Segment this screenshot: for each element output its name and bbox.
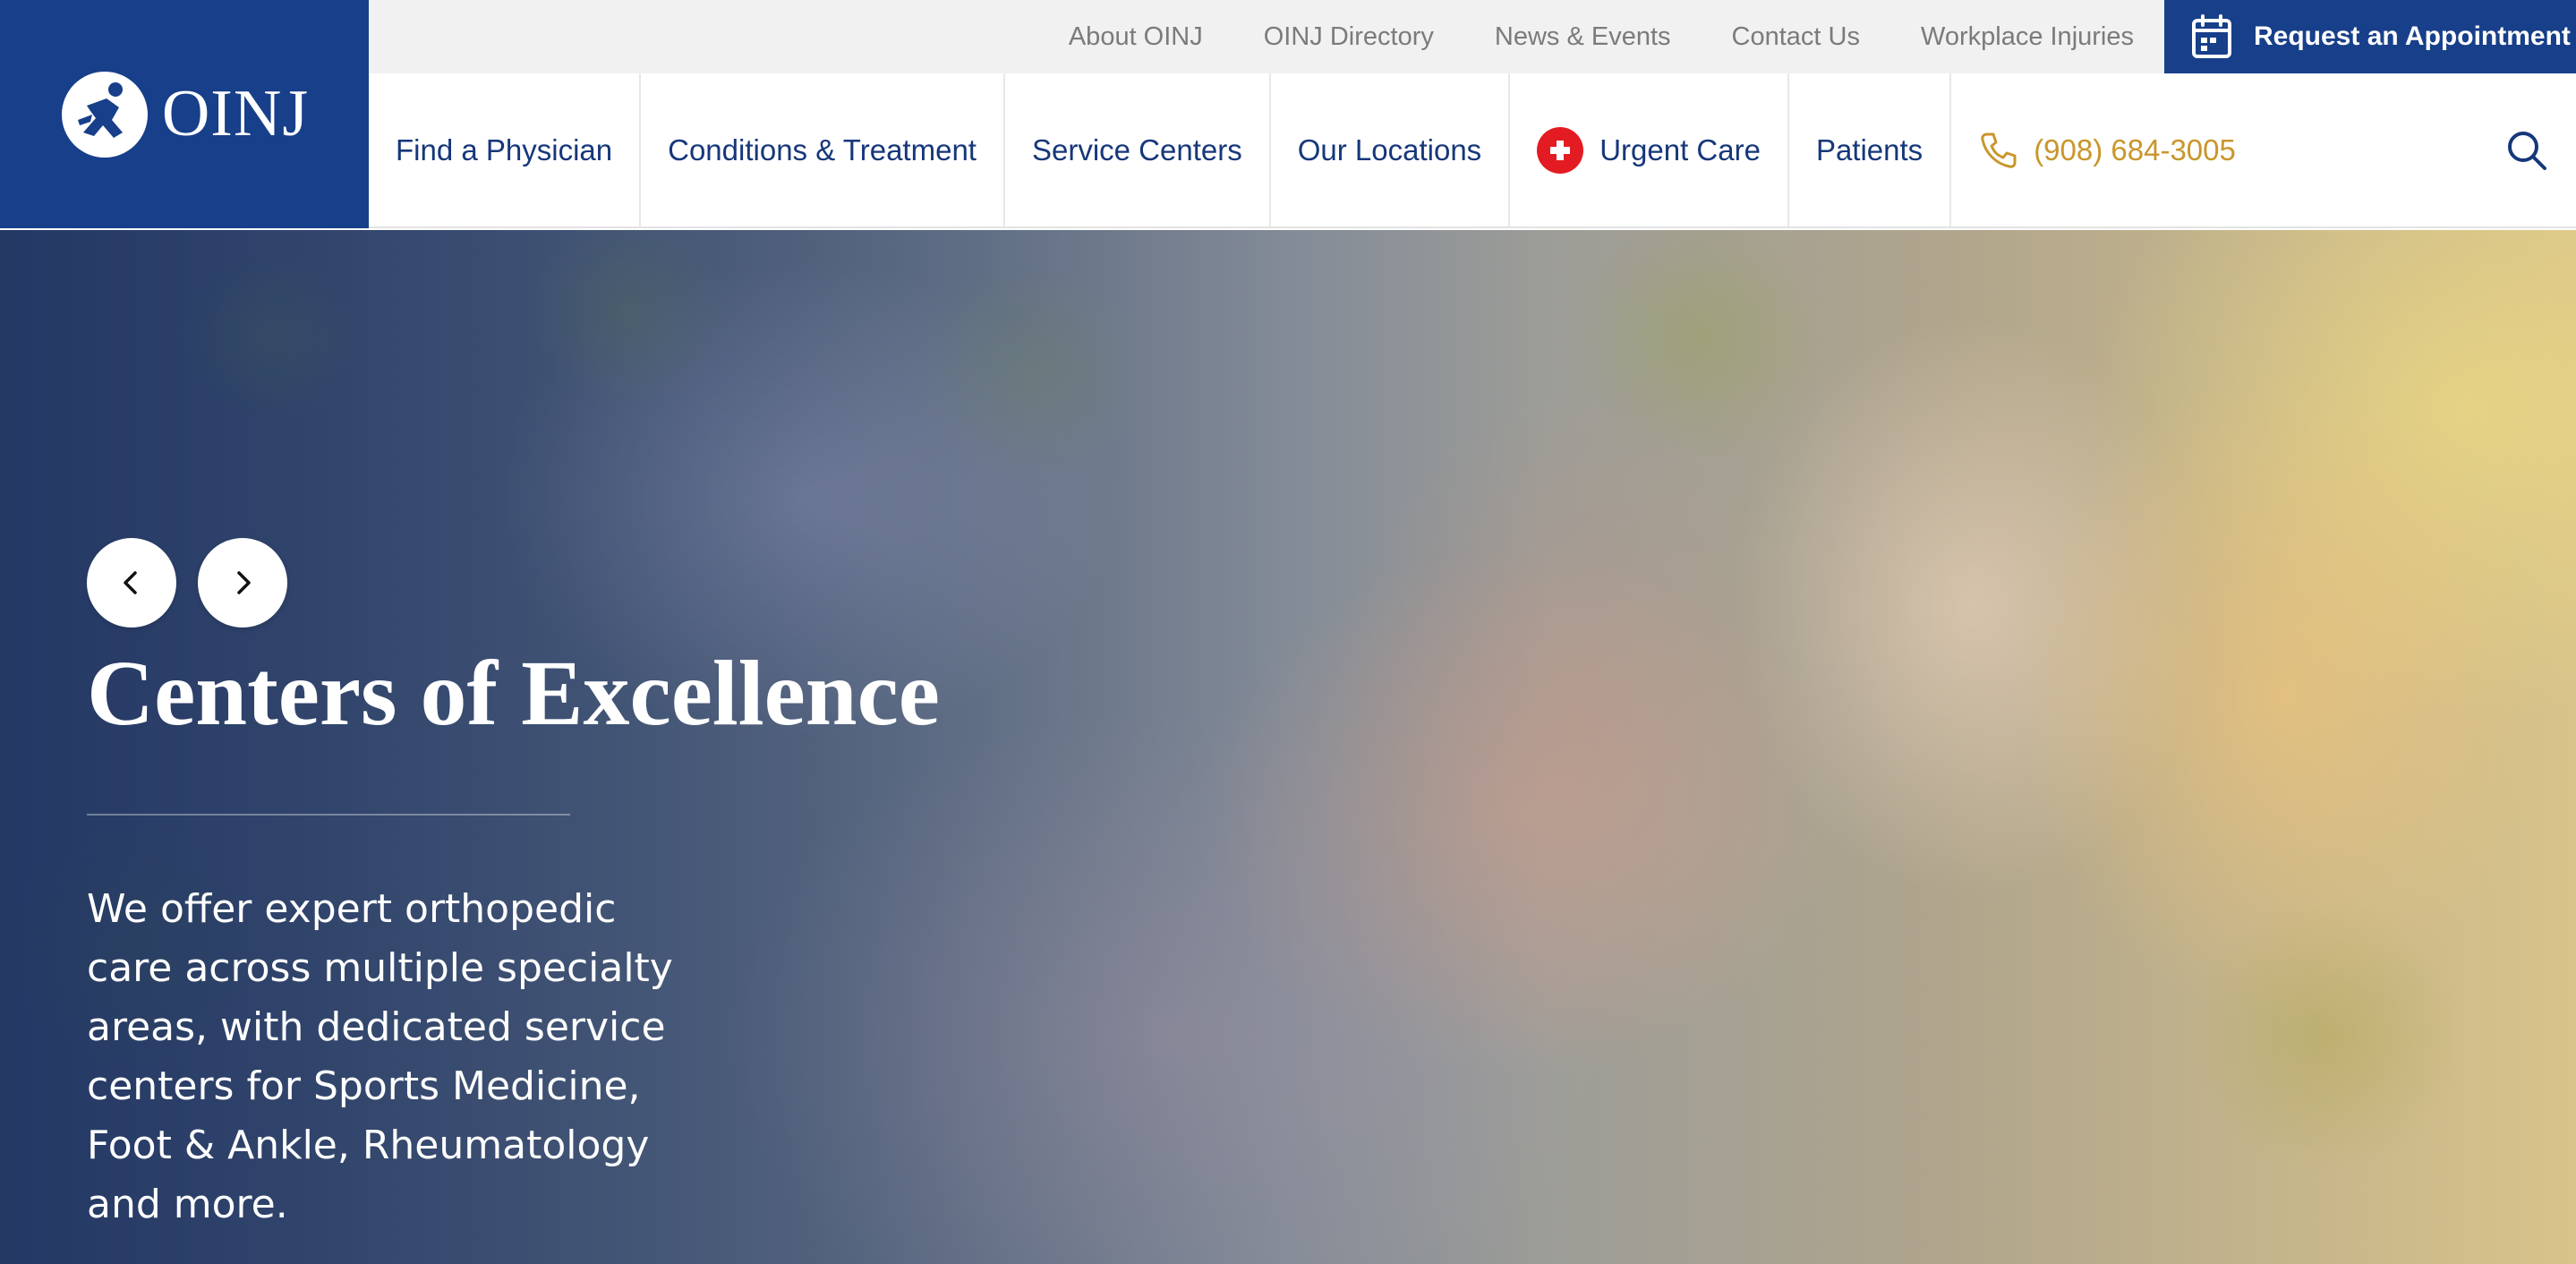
hero-divider [87,814,570,816]
utility-links: About OINJ OINJ Directory News & Events … [1038,0,2164,73]
main-nav: Find a Physician Conditions & Treatment … [369,73,2576,228]
utility-link-directory[interactable]: OINJ Directory [1233,22,1464,52]
chevron-right-icon [237,571,251,594]
red-cross-icon [1537,126,1584,174]
phone-icon [1981,132,2017,168]
hero-title: Centers of Excellence [87,642,940,745]
nav-our-locations[interactable]: Our Locations [1271,73,1511,226]
carousel-next-button[interactable] [198,538,287,628]
carousel-controls [87,538,287,628]
logo-text: OINJ [161,77,310,150]
runner-logo-icon [61,71,148,158]
search-button[interactable] [2478,73,2576,226]
nav-urgent-care-label: Urgent Care [1599,132,1761,167]
utility-link-contact[interactable]: Contact Us [1702,22,1890,52]
chevron-left-icon [124,571,137,594]
request-appointment-button[interactable]: Request an Appointment [2164,0,2576,73]
phone-link[interactable]: (908) 684-3005 [1951,73,2236,226]
utility-link-workplace-injuries[interactable]: Workplace Injuries [1890,22,2164,52]
nav-conditions-treatment[interactable]: Conditions & Treatment [641,73,1005,226]
utility-link-news-events[interactable]: News & Events [1464,22,1702,52]
carousel-prev-button[interactable] [87,538,176,628]
hero-banner: Centers of Excellence We offer expert or… [0,230,2576,1264]
utility-bar: About OINJ OINJ Directory News & Events … [369,0,2576,73]
request-appointment-label: Request an Appointment [2254,21,2571,51]
nav-urgent-care[interactable]: Urgent Care [1510,73,1789,226]
hero-description: We offer expert orthopedic care across m… [87,886,673,1227]
nav-service-centers[interactable]: Service Centers [1005,73,1271,226]
search-icon [2508,131,2546,170]
calendar-icon [2192,14,2231,58]
phone-number: (908) 684-3005 [2034,132,2236,167]
nav-find-physician[interactable]: Find a Physician [369,73,642,226]
nav-patients[interactable]: Patients [1789,73,1952,226]
utility-link-about[interactable]: About OINJ [1038,22,1233,52]
site-logo[interactable]: OINJ [0,0,369,228]
